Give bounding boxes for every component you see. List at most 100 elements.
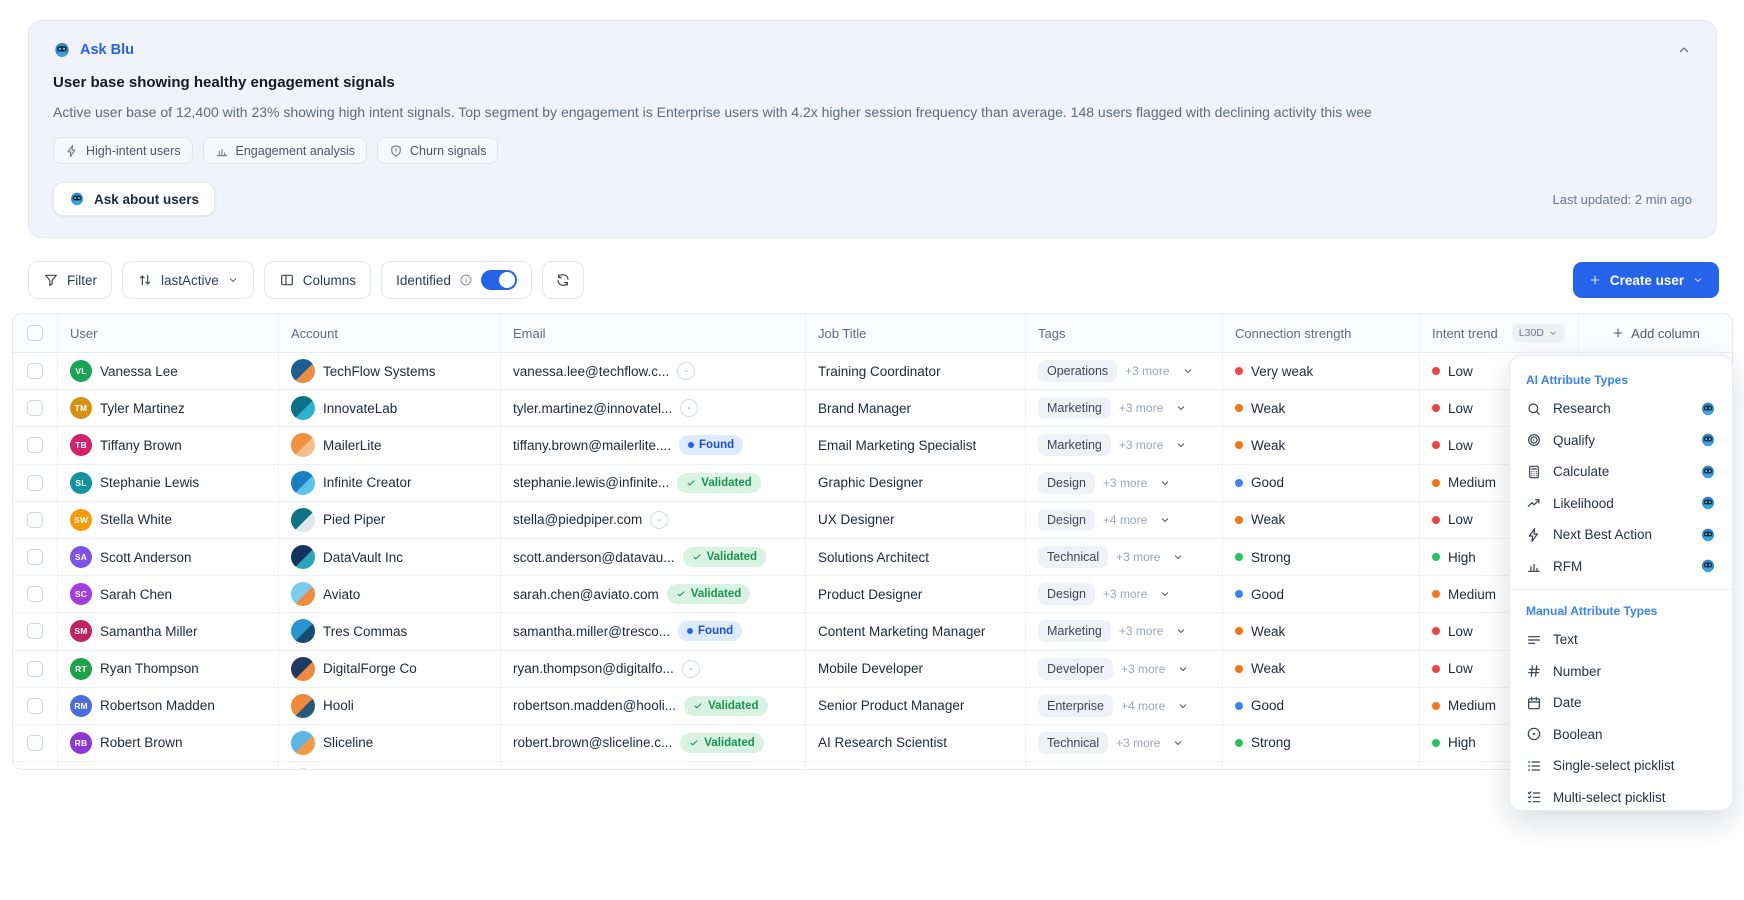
table-row[interactable]: Validated <box>13 762 1732 770</box>
account-logo <box>291 657 315 681</box>
insight-chip-engagement-analysis[interactable]: Engagement analysis <box>203 137 368 164</box>
account-name: DataVault Inc <box>323 550 403 565</box>
chevron-down-icon[interactable] <box>1172 737 1184 749</box>
plus-icon <box>1588 273 1602 287</box>
tags-more-count: +3 more <box>1103 587 1147 601</box>
menu-item-multi-select-picklist[interactable]: Multi-select picklist <box>1510 782 1732 814</box>
filter-button[interactable]: Filter <box>28 261 112 299</box>
col-header-user: User <box>70 326 97 341</box>
plus-icon <box>1611 326 1625 340</box>
status-dot-icon <box>1432 367 1440 375</box>
row-checkbox[interactable] <box>27 363 43 379</box>
table-row[interactable]: SAScott AndersonDataVault Incscott.ander… <box>13 539 1732 576</box>
chevron-down-icon[interactable] <box>1159 514 1171 526</box>
add-column-button[interactable]: Add column <box>1579 314 1732 352</box>
chevron-down-icon[interactable] <box>1175 439 1187 451</box>
status-dot-icon <box>1235 702 1243 710</box>
chevron-down-icon[interactable] <box>1159 588 1171 600</box>
intent-period-selector[interactable]: L30D <box>1512 324 1565 342</box>
info-icon[interactable] <box>459 273 473 287</box>
account-logo <box>291 471 315 495</box>
row-checkbox[interactable] <box>27 661 43 677</box>
chevron-down-icon[interactable] <box>1175 402 1187 414</box>
badge-label: Validated <box>708 700 759 712</box>
table-row[interactable]: TBTiffany BrownMailerLitetiffany.brown@m… <box>13 427 1732 464</box>
account-logo <box>291 694 315 718</box>
sort-button[interactable]: lastActive <box>122 261 254 299</box>
row-checkbox[interactable] <box>27 735 43 751</box>
row-checkbox[interactable] <box>27 698 43 714</box>
table-row[interactable]: VLVanessa LeeTechFlow Systemsvanessa.lee… <box>13 353 1732 390</box>
menu-item-label: RFM <box>1553 559 1582 574</box>
select-all-checkbox[interactable] <box>27 325 43 341</box>
blu-robot-icon <box>1700 495 1716 511</box>
table-row[interactable]: SLStephanie LewisInfinite Creatorstephan… <box>13 465 1732 502</box>
menu-item-single-select-picklist[interactable]: Single-select picklist <box>1510 750 1732 782</box>
table-row[interactable]: RTRyan ThompsonDigitalForge Coryan.thomp… <box>13 651 1732 688</box>
status-dot-icon <box>1235 479 1243 487</box>
row-checkbox[interactable] <box>27 512 43 528</box>
row-checkbox[interactable] <box>27 400 43 416</box>
chevron-down-icon[interactable] <box>1172 551 1184 563</box>
row-checkbox[interactable] <box>27 586 43 602</box>
menu-item-qualify[interactable]: Qualify <box>1510 425 1732 457</box>
menu-item-next-best-action[interactable]: Next Best Action <box>1510 519 1732 551</box>
table-row[interactable]: SWStella WhitePied Piperstella@piedpiper… <box>13 502 1732 539</box>
menu-item-date[interactable]: Date <box>1510 687 1732 719</box>
menu-item-likelihood[interactable]: Likelihood <box>1510 488 1732 520</box>
account-logo <box>291 359 315 383</box>
chevron-down-icon[interactable] <box>1177 700 1189 712</box>
chevron-down-icon[interactable] <box>1159 477 1171 489</box>
row-checkbox[interactable] <box>27 475 43 491</box>
create-user-button[interactable]: Create user <box>1573 262 1719 298</box>
chevron-down-icon <box>227 274 239 286</box>
refresh-button[interactable] <box>542 261 584 299</box>
columns-button[interactable]: Columns <box>264 261 371 299</box>
tag-pill: Technical <box>1038 732 1108 754</box>
chevron-down-icon <box>1548 328 1558 338</box>
table-row[interactable]: RMRobertson MaddenHoolirobertson.madden@… <box>13 688 1732 725</box>
user-avatar: SA <box>70 546 92 568</box>
row-checkbox[interactable] <box>27 623 43 639</box>
connection-strength-value: Very weak <box>1251 364 1313 379</box>
row-checkbox[interactable] <box>27 437 43 453</box>
menu-item-text[interactable]: Text <box>1510 624 1732 656</box>
badge-label: Found <box>699 439 734 451</box>
zap-icon <box>1526 527 1542 543</box>
row-checkbox[interactable] <box>27 549 43 565</box>
job-title: Solutions Architect <box>818 550 929 565</box>
email-status-validated-badge: Validated <box>677 473 761 493</box>
insight-chip-churn-signals[interactable]: Churn signals <box>377 137 498 164</box>
menu-item-rfm[interactable]: RFM <box>1510 551 1732 583</box>
ask-about-users-button[interactable]: Ask about users <box>53 182 215 216</box>
status-dot-icon <box>1432 479 1440 487</box>
table-row[interactable]: SMSamantha MillerTres Commassamantha.mil… <box>13 613 1732 650</box>
chevron-down-icon[interactable] <box>1177 663 1189 675</box>
identified-toggle[interactable] <box>481 270 517 290</box>
table-row[interactable]: TMTyler MartinezInnovateLabtyler.martine… <box>13 390 1732 427</box>
table-row[interactable]: SCSarah ChenAviatosarah.chen@aviato.comV… <box>13 576 1732 613</box>
menu-item-number[interactable]: Number <box>1510 656 1732 688</box>
menu-item-research[interactable]: Research <box>1510 393 1732 425</box>
status-dot-icon <box>1432 590 1440 598</box>
menu-item-boolean[interactable]: Boolean <box>1510 719 1732 751</box>
badge-label: Validated <box>707 551 758 563</box>
chevron-down-icon[interactable] <box>1182 365 1194 377</box>
chevron-down-icon[interactable] <box>1175 625 1187 637</box>
chevron-down-icon <box>1692 274 1704 286</box>
job-title: Content Marketing Manager <box>818 624 985 639</box>
job-title: Graphic Designer <box>818 475 923 490</box>
email-text: samantha.miller@tresco... <box>513 624 670 639</box>
table-toolbar: Filter lastActive Columns Identified <box>28 261 584 299</box>
insight-chip-high-intent-users[interactable]: High-intent users <box>53 137 193 164</box>
menu-item-calculate[interactable]: Calculate <box>1510 456 1732 488</box>
avatar-initials: SM <box>74 626 87 636</box>
collapse-panel-button chevron-up-icon[interactable] <box>1676 42 1692 58</box>
user-avatar: RB <box>70 732 92 754</box>
blu-robot-icon <box>53 41 71 59</box>
text-lines-icon <box>1526 632 1542 648</box>
account-name: Pied Piper <box>323 512 385 527</box>
table-row[interactable]: RBRobert BrownSlicelinerobert.brown@slic… <box>13 725 1732 762</box>
trend-up-icon <box>1526 495 1542 511</box>
email-text: tyler.martinez@innovatel... <box>513 401 672 416</box>
